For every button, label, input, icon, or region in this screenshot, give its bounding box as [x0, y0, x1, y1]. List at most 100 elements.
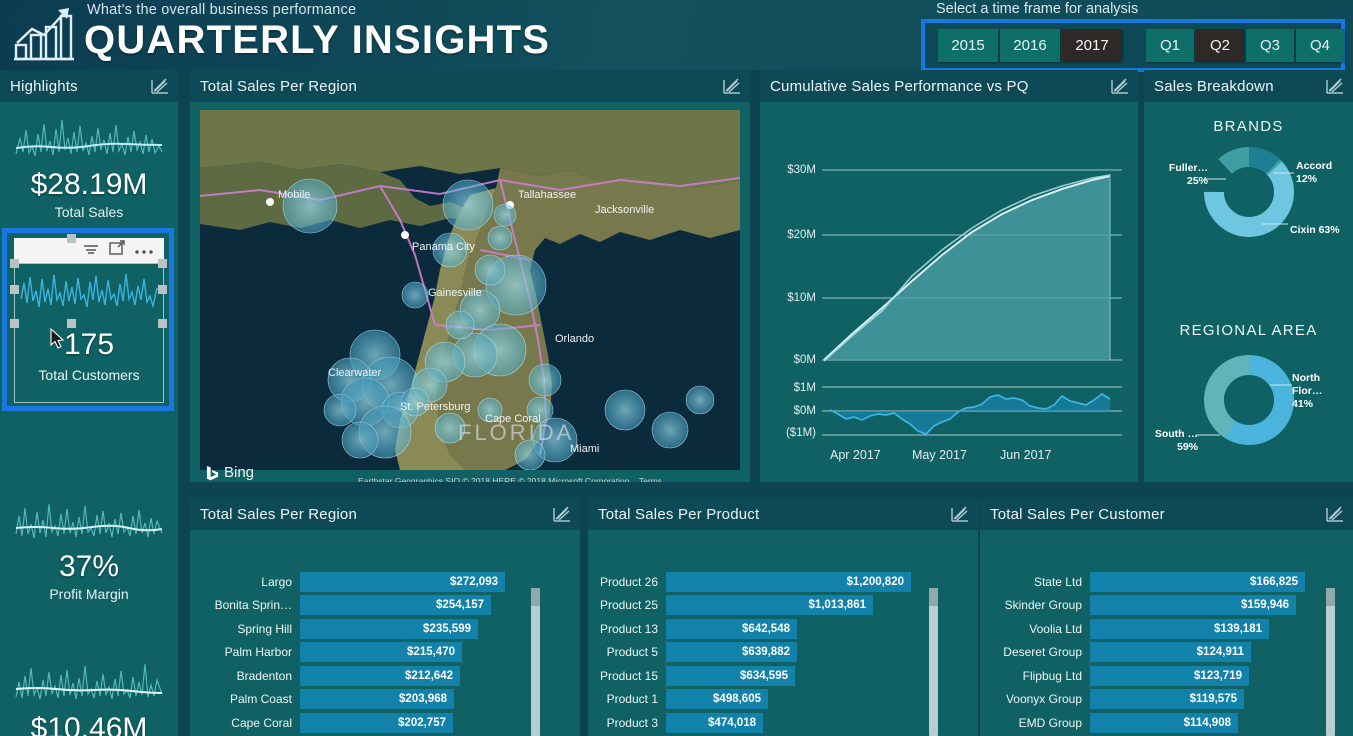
analytics-icon[interactable]	[949, 504, 970, 524]
bar-row[interactable]: Voonyx Group $119,575	[980, 688, 1353, 712]
region-scrollbar[interactable]	[531, 588, 540, 736]
bar-row[interactable]: Cape Coral $202,757	[190, 711, 580, 735]
bar-fill[interactable]: $642,548	[666, 618, 797, 639]
map-panel-body[interactable]: Mobile Panama City Tallahassee Jacksonvi…	[190, 102, 750, 482]
year-button-2015[interactable]: 2015	[938, 29, 998, 62]
regional-label-north: North Flor… 41%	[1292, 372, 1323, 410]
bar-fill[interactable]: $215,470	[300, 642, 462, 663]
bar-fill[interactable]: $1,200,820	[666, 571, 911, 592]
year-button-2016[interactable]: 2016	[1000, 29, 1060, 62]
analytics-icon[interactable]	[1324, 76, 1345, 96]
bar-fill[interactable]: $119,575	[1090, 689, 1244, 710]
resize-handle-top-right[interactable]	[158, 259, 167, 268]
terms-link[interactable]: Terms	[639, 476, 662, 482]
bar-fill[interactable]: $159,946	[1090, 595, 1296, 616]
bar-fill[interactable]: $498,605	[666, 689, 768, 710]
bar-row[interactable]: Product 1 $498,605	[588, 688, 978, 712]
bar-row[interactable]: Product 13 $642,548	[588, 617, 978, 641]
resize-handle-top-left[interactable]	[10, 259, 19, 268]
analytics-icon[interactable]	[551, 504, 572, 524]
kpi-total-customers-selected[interactable]: 175 Total Customers	[2, 228, 174, 411]
bar-row[interactable]: Largo $272,093	[190, 570, 580, 594]
kpi-profit-margin[interactable]: 37% Profit Margin	[0, 490, 178, 602]
product-bar-rows: Product 26 $1,200,820 Product 25 $1,013,861…	[588, 530, 978, 735]
bar-fill[interactable]: $272,093	[300, 571, 505, 592]
bar-row[interactable]: Product 26 $1,200,820	[588, 570, 978, 594]
bar-fill[interactable]: $124,911	[1090, 642, 1251, 663]
bubble-map[interactable]: Mobile Panama City Tallahassee Jacksonvi…	[200, 110, 740, 470]
product-bar-body[interactable]: Product 26 $1,200,820 Product 25 $1,013,861…	[588, 530, 978, 736]
bar-fill[interactable]: $235,599	[300, 618, 478, 639]
bar-row[interactable]: Spring Hill $235,599	[190, 617, 580, 641]
kpi-total-sales[interactable]: $28.19M Total Sales	[0, 108, 178, 220]
bar-row[interactable]: Product 15 $634,595	[588, 664, 978, 688]
resize-handle-top[interactable]	[67, 234, 76, 243]
bar-fill[interactable]: $123,719	[1090, 665, 1249, 686]
year-button-2017[interactable]: 2017	[1062, 29, 1122, 62]
customer-scrollbar[interactable]	[1326, 588, 1335, 736]
bar-fill[interactable]: $139,181	[1090, 618, 1269, 639]
quarter-button-q4[interactable]: Q4	[1296, 29, 1344, 62]
analytics-icon[interactable]	[1109, 76, 1130, 96]
bar-row[interactable]: Flipbug Ltd $123,719	[980, 664, 1353, 688]
resize-handle-bottom-right[interactable]	[158, 319, 167, 328]
focus-mode-icon[interactable]	[109, 240, 125, 261]
quarter-button-q3[interactable]: Q3	[1246, 29, 1294, 62]
bar-fill[interactable]: $212,642	[300, 665, 460, 686]
resize-handle-right[interactable]	[158, 285, 167, 294]
bar-row[interactable]: Palm Harbor $215,470	[190, 641, 580, 665]
cumulative-panel-body[interactable]: $30M $20M $10M $0M $1M $0M ($1M) Apr 201…	[760, 102, 1138, 482]
bar-row[interactable]: Product 3 $474,018	[588, 711, 978, 735]
bar-row[interactable]: Product 25 $1,013,861	[588, 594, 978, 618]
bar-fill[interactable]: $474,018	[666, 712, 763, 733]
visual-toolbar[interactable]	[14, 238, 164, 263]
bar-fill[interactable]: $634,595	[666, 665, 795, 686]
bar-fill[interactable]: $254,157	[300, 595, 491, 616]
bar-fill[interactable]: $202,757	[300, 712, 453, 733]
bing-logo-icon[interactable]: Bing	[206, 464, 254, 481]
bar-row[interactable]: EMD Group $114,908	[980, 711, 1353, 735]
leader-line-cixin	[1262, 223, 1288, 225]
breakdown-panel-body[interactable]: BRANDS Fuller… 25% Accord 12% Cixin 63% RE…	[1144, 102, 1353, 482]
customer-scrollbar-thumb[interactable]	[1326, 588, 1335, 606]
bar-row[interactable]: State Ltd $166,825	[980, 570, 1353, 594]
resize-handle-bottom-left[interactable]	[10, 319, 19, 328]
quarter-button-q1[interactable]: Q1	[1146, 29, 1194, 62]
bar-fill[interactable]: $166,825	[1090, 571, 1305, 592]
bar-fill[interactable]: $1,013,861	[666, 595, 873, 616]
resize-handle-bottom[interactable]	[67, 319, 76, 328]
resize-handle-left[interactable]	[10, 285, 19, 294]
bar-row[interactable]: Voolia Ltd $139,181	[980, 617, 1353, 641]
kpi-total-profits[interactable]: $10.46M Total Profits	[0, 652, 178, 736]
cumulative-area-chart[interactable]: $30M $20M $10M $0M	[760, 102, 1138, 366]
bar-fill[interactable]: $203,968	[300, 689, 454, 710]
regional-label-south: South … 59%	[1154, 428, 1198, 453]
analytics-icon[interactable]	[721, 76, 742, 96]
bar-fill[interactable]: $114,908	[1090, 712, 1238, 733]
analytics-icon[interactable]	[1324, 504, 1345, 524]
bar-row[interactable]: Bradenton $212,642	[190, 664, 580, 688]
product-scrollbar-thumb[interactable]	[929, 588, 938, 606]
bar-fill[interactable]: $639,882	[666, 642, 797, 663]
header-subtitle: What's the overall business performance	[87, 2, 357, 18]
bar-category-label: EMD Group	[1018, 715, 1082, 730]
time-frame-selector[interactable]: 2015 2016 2017 Q1 Q2 Q3 Q4	[921, 19, 1345, 72]
bar-row[interactable]: Bonita Sprin… $254,157	[190, 594, 580, 618]
bar-track: $254,157	[300, 595, 505, 616]
bar-row[interactable]: Palm Coast $203,968	[190, 688, 580, 712]
bar-row[interactable]: Product 5 $639,882	[588, 641, 978, 665]
more-options-icon[interactable]	[134, 242, 154, 260]
analytics-icon[interactable]	[149, 76, 170, 96]
region-scrollbar-thumb[interactable]	[531, 588, 540, 606]
svg-text:Mobile: Mobile	[278, 189, 310, 201]
difference-area-chart[interactable]: $1M $0M ($1M) Apr 2017 May 2017 Jun 2017	[760, 360, 1138, 482]
bar-value-label: $202,757	[398, 716, 446, 729]
bar-category-label: Flipbug Ltd	[1022, 668, 1082, 683]
filter-icon[interactable]	[82, 242, 100, 260]
bar-row[interactable]: Deseret Group $124,911	[980, 641, 1353, 665]
customer-bar-body[interactable]: State Ltd $166,825 Skinder Group $159,946 Vo…	[980, 530, 1353, 736]
bar-row[interactable]: Skinder Group $159,946	[980, 594, 1353, 618]
quarter-button-q2[interactable]: Q2	[1196, 29, 1244, 62]
region-bar-body[interactable]: Largo $272,093 Bonita Sprin… $254,157 Spring…	[190, 530, 580, 736]
product-scrollbar[interactable]	[929, 588, 938, 736]
